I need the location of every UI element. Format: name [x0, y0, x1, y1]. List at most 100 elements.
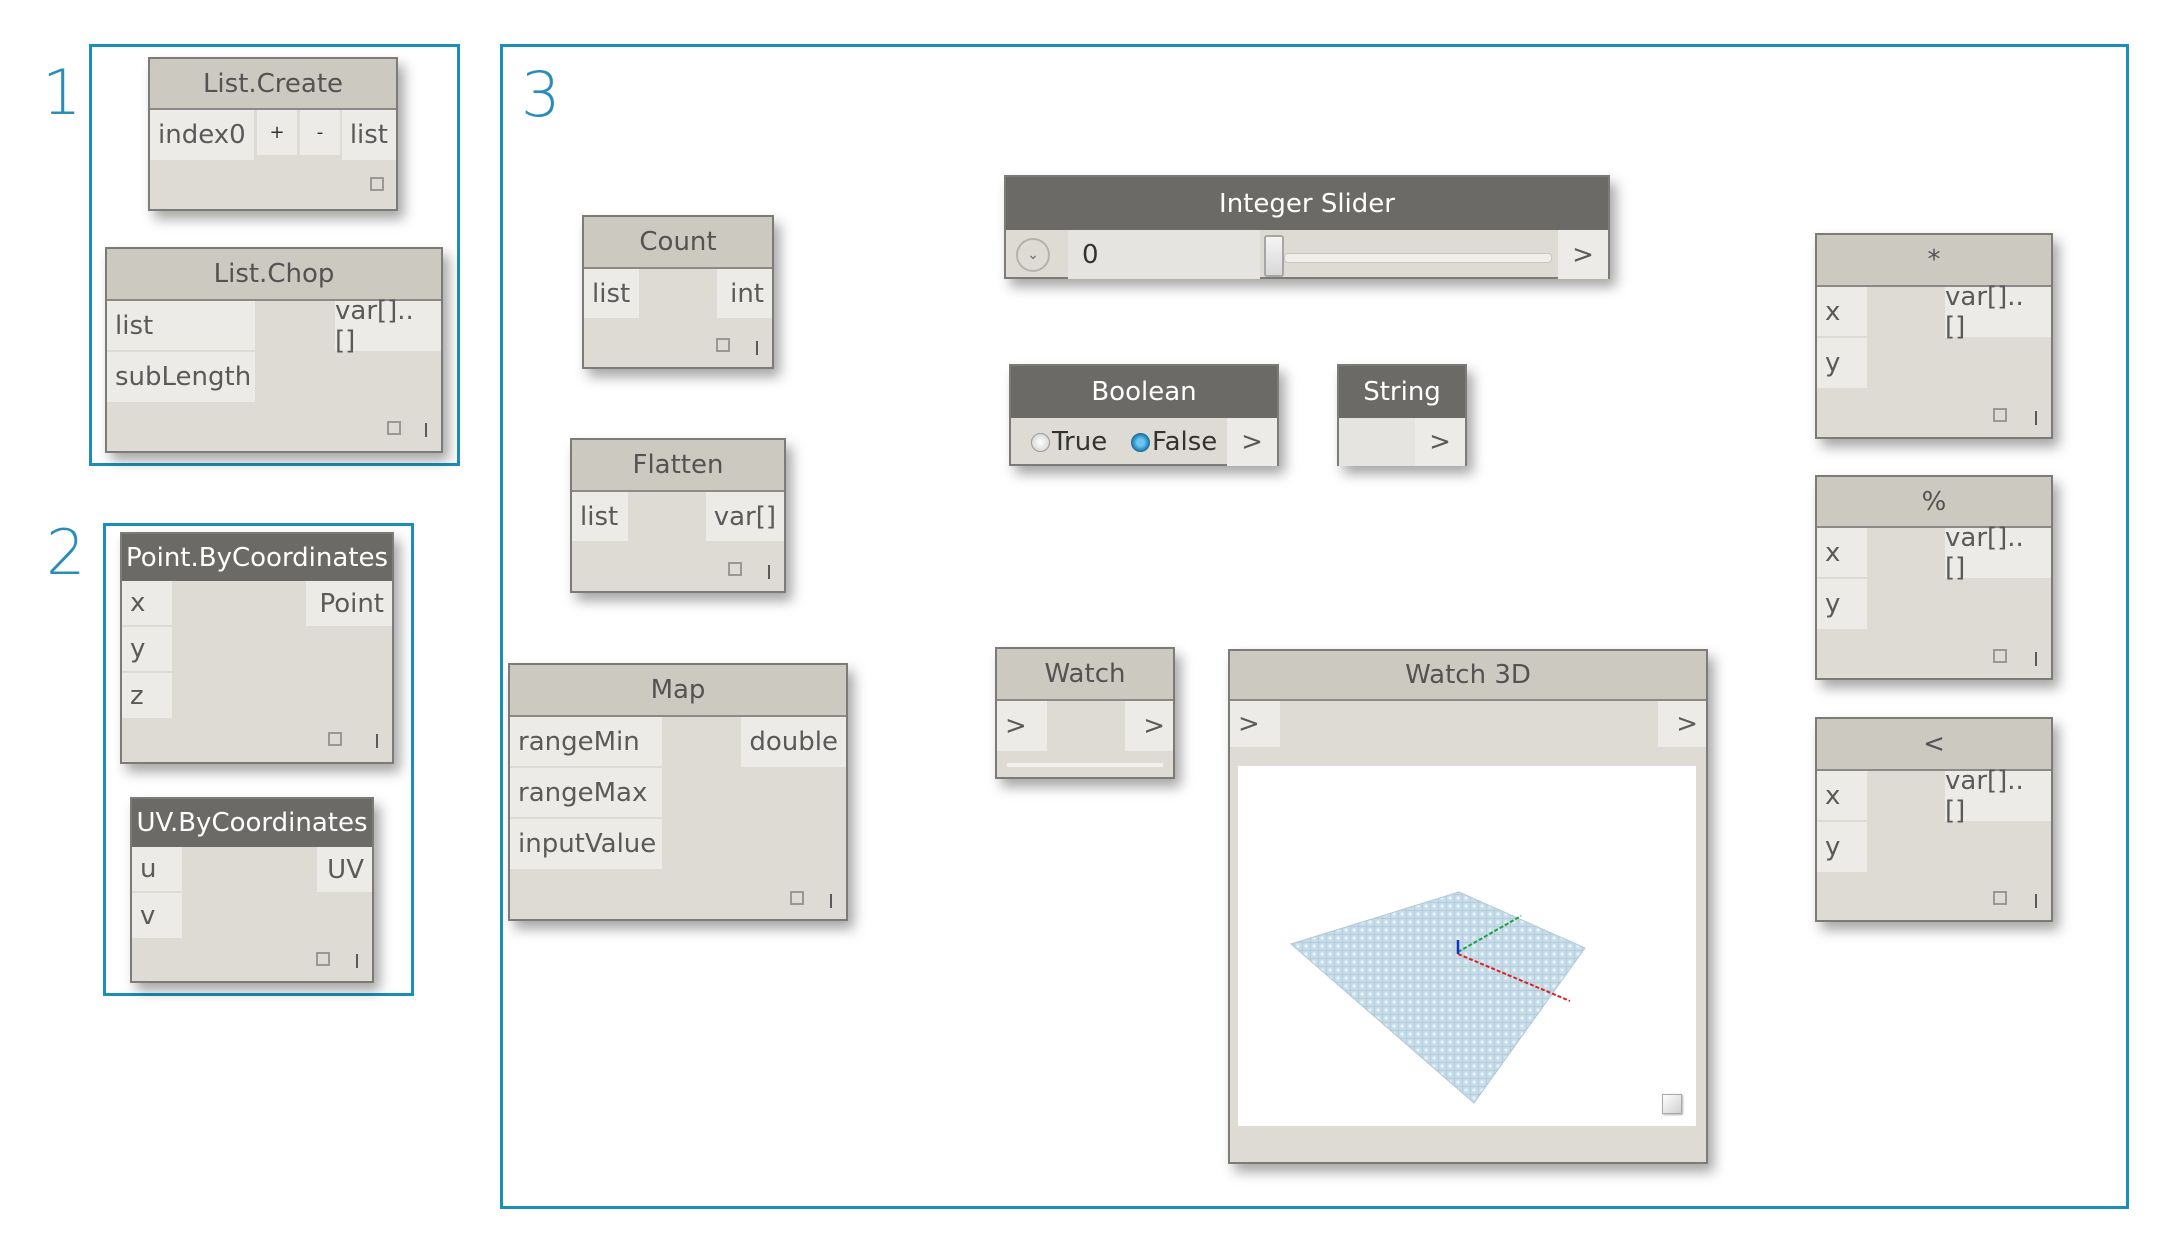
node-watch-3d[interactable]: Watch 3D > > — [1228, 649, 1708, 1164]
output-port-double[interactable]: double — [741, 717, 846, 767]
node-uv-by-coordinates[interactable]: UV.ByCoordinates u v UV — [130, 797, 374, 983]
output-port-var[interactable]: var[]..[] — [1945, 523, 2051, 583]
input-port-y[interactable]: y — [1817, 822, 1867, 872]
node-title: Watch — [997, 649, 1173, 701]
input-port-rangemin[interactable]: rangeMin — [510, 717, 662, 767]
output-port-var[interactable]: var[]..[] — [1945, 282, 2051, 342]
preview-toggle-icon[interactable] — [790, 891, 804, 905]
resize-handle-icon[interactable] — [1662, 1094, 1682, 1114]
input-port-list[interactable]: list — [107, 301, 255, 351]
lacing-icon[interactable] — [756, 341, 758, 355]
output-port[interactable]: > — [1125, 701, 1173, 751]
input-port-x[interactable]: x — [1817, 287, 1867, 337]
node-less-than[interactable]: < x y var[]..[] — [1815, 717, 2053, 922]
preview-toggle-icon[interactable] — [328, 732, 342, 746]
node-string[interactable]: String > — [1337, 364, 1467, 466]
mesh-surface — [1289, 891, 1586, 1104]
input-port-sublength[interactable]: subLength — [107, 352, 255, 402]
node-count[interactable]: Count list int — [582, 215, 774, 369]
lacing-icon[interactable] — [2035, 652, 2037, 666]
node-title: UV.ByCoordinates — [132, 799, 372, 847]
node-title: Count — [584, 217, 772, 269]
preview-toggle-icon[interactable] — [316, 952, 330, 966]
node-title: Map — [510, 665, 846, 717]
output-port-var[interactable]: var[]..[] — [1945, 766, 2051, 826]
radio-unchecked-icon[interactable] — [1031, 432, 1050, 452]
preview-toggle-icon[interactable] — [1993, 891, 2007, 905]
3d-preview-canvas — [1289, 891, 1586, 1104]
radio-false-label: False — [1152, 427, 1218, 457]
output-port-int[interactable]: int — [717, 269, 772, 318]
input-port-list[interactable]: list — [572, 492, 628, 541]
input-port-y[interactable]: y — [1817, 338, 1867, 388]
input-port-x[interactable]: x — [122, 581, 172, 626]
lacing-icon[interactable] — [425, 423, 427, 437]
node-multiply[interactable]: * x y var[]..[] — [1815, 233, 2053, 439]
input-port[interactable]: > — [997, 701, 1047, 751]
preview-toggle-icon[interactable] — [716, 338, 730, 352]
node-title: % — [1817, 477, 2051, 528]
output-port[interactable]: > — [1415, 418, 1465, 466]
input-port-rangemax[interactable]: rangeMax — [510, 768, 662, 818]
input-port-y[interactable]: y — [1817, 579, 1867, 629]
input-port-z[interactable]: z — [122, 673, 172, 718]
input-port-inputvalue[interactable]: inputValue — [510, 819, 662, 869]
output-port-var[interactable]: var[] — [706, 492, 784, 541]
node-integer-slider[interactable]: Integer Slider ⌄ 0 > — [1004, 175, 1610, 279]
input-port[interactable]: > — [1230, 701, 1280, 747]
input-port-y[interactable]: y — [122, 627, 172, 672]
radio-true[interactable]: True — [1031, 418, 1107, 466]
preview-toggle-icon[interactable] — [1993, 649, 2007, 663]
lacing-icon[interactable] — [376, 734, 378, 748]
input-port-u[interactable]: u — [132, 847, 182, 892]
node-point-by-coordinates[interactable]: Point.ByCoordinates x y z Point — [120, 532, 394, 764]
output-port[interactable]: > — [1658, 701, 1706, 747]
lacing-icon[interactable] — [768, 565, 770, 579]
node-list-chop[interactable]: List.Chop list subLength var[]..[] — [105, 247, 443, 453]
watch-value-display — [1007, 763, 1163, 767]
node-flatten[interactable]: Flatten list var[] — [570, 438, 786, 593]
node-title: Point.ByCoordinates — [122, 534, 392, 581]
input-port-x[interactable]: x — [1817, 528, 1867, 578]
node-title: Watch 3D — [1230, 651, 1706, 701]
radio-checked-icon[interactable] — [1131, 432, 1150, 452]
lacing-icon[interactable] — [830, 894, 832, 908]
node-boolean[interactable]: Boolean True False > — [1009, 364, 1279, 466]
string-input-field[interactable] — [1339, 418, 1415, 466]
radio-false[interactable]: False — [1131, 418, 1217, 466]
output-port[interactable]: > — [1227, 418, 1277, 466]
input-port-x[interactable]: x — [1817, 771, 1867, 821]
radio-true-label: True — [1052, 427, 1108, 457]
slider-track[interactable] — [1284, 253, 1552, 263]
node-title: Boolean — [1011, 366, 1277, 418]
preview-toggle-icon[interactable] — [370, 177, 384, 191]
node-list-create[interactable]: List.Create index0 + - list — [148, 57, 398, 211]
input-port-list[interactable]: list — [584, 269, 639, 318]
node-title: Flatten — [572, 440, 784, 492]
output-port[interactable]: > — [1558, 230, 1608, 279]
output-port-var[interactable]: var[]..[] — [335, 296, 441, 356]
node-title: < — [1817, 719, 2051, 771]
3d-viewport[interactable] — [1238, 766, 1696, 1126]
preview-toggle-icon[interactable] — [728, 562, 742, 576]
preview-toggle-icon[interactable] — [387, 421, 401, 435]
output-port-point[interactable]: Point — [306, 581, 392, 626]
lacing-icon[interactable] — [2035, 411, 2037, 425]
node-modulo[interactable]: % x y var[]..[] — [1815, 475, 2053, 680]
add-input-button[interactable]: + — [257, 110, 297, 155]
preview-toggle-icon[interactable] — [1993, 408, 2007, 422]
lacing-icon[interactable] — [356, 954, 358, 968]
node-watch[interactable]: Watch > > — [995, 647, 1175, 779]
node-map[interactable]: Map rangeMin rangeMax inputValue double — [508, 663, 848, 921]
lacing-icon[interactable] — [2035, 894, 2037, 908]
slider-value-field[interactable]: 0 — [1068, 230, 1260, 279]
output-port-list[interactable]: list — [342, 110, 396, 160]
group-3-label: 3 — [521, 58, 561, 131]
input-port-index0[interactable]: index0 — [150, 110, 254, 160]
remove-input-button[interactable]: - — [300, 110, 340, 155]
expand-chevron-icon[interactable]: ⌄ — [1016, 238, 1050, 272]
output-port-uv[interactable]: UV — [317, 847, 372, 892]
node-title: List.Chop — [107, 249, 441, 301]
input-port-v[interactable]: v — [132, 893, 182, 938]
slider-thumb[interactable] — [1264, 235, 1284, 277]
